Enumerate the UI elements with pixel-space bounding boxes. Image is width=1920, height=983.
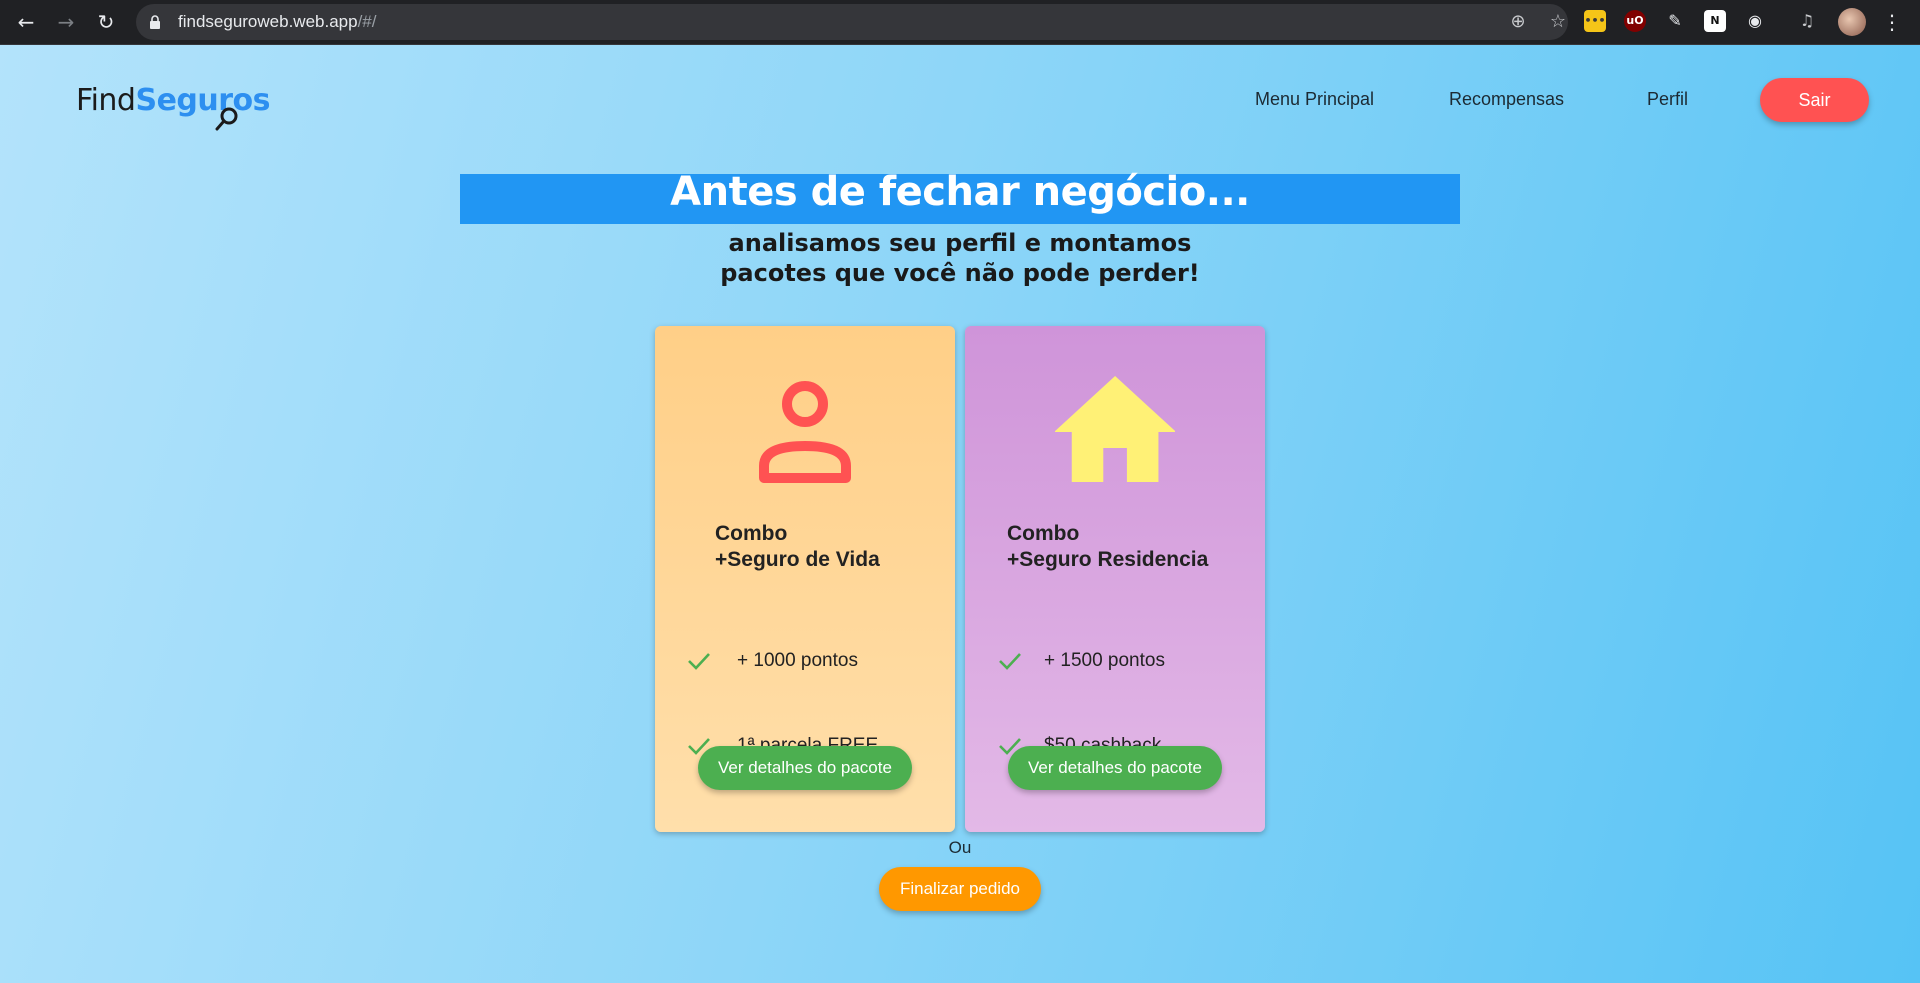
package-title: Combo +Seguro Residencia bbox=[1007, 521, 1208, 573]
lock-icon bbox=[150, 15, 160, 29]
logout-button[interactable]: Sair bbox=[1760, 78, 1869, 122]
pen-extension-icon[interactable]: ✎ bbox=[1664, 10, 1686, 32]
person-icon bbox=[759, 381, 851, 483]
package-title-line-1: Combo bbox=[1007, 522, 1080, 545]
package-title-line-2: +Seguro de Vida bbox=[715, 548, 880, 571]
notion-icon[interactable]: N bbox=[1704, 10, 1726, 32]
or-label: Ou bbox=[948, 838, 972, 857]
nav-perfil[interactable]: Perfil bbox=[1647, 89, 1688, 110]
bookmark-star-icon[interactable]: ☆ bbox=[1546, 10, 1570, 34]
feature-text: + 1000 pontos bbox=[737, 650, 858, 671]
package-title-line-2: +Seguro Residencia bbox=[1007, 548, 1209, 571]
logo[interactable]: FindSeguros bbox=[76, 83, 271, 131]
check-icon bbox=[688, 653, 710, 670]
profile-avatar[interactable] bbox=[1838, 8, 1866, 36]
subtitle-line-2: pacotes que você não pode perder! bbox=[720, 259, 1200, 287]
more-menu-icon[interactable]: ⋮ bbox=[1882, 8, 1902, 36]
house-icon bbox=[1055, 376, 1175, 482]
address-bar[interactable]: findseguroweb.web.app/#/ ⊕ ☆ bbox=[136, 4, 1568, 40]
package-card-vida: Combo +Seguro de Vida + 1000 pontos 1ª p… bbox=[655, 326, 955, 832]
logo-find: Find bbox=[76, 83, 136, 118]
package-details-button[interactable]: Ver detalhes do pacote bbox=[698, 746, 912, 790]
browser-toolbar: ← → ↻ findseguroweb.web.app/#/ ⊕ ☆ ••• u… bbox=[0, 0, 1920, 45]
nav-recompensas[interactable]: Recompensas bbox=[1449, 89, 1564, 110]
package-card-residencia: Combo +Seguro Residencia + 1500 pontos $… bbox=[965, 326, 1265, 832]
subtitle-line-1: analisamos seu perfil e montamos bbox=[728, 229, 1192, 257]
package-title: Combo +Seguro de Vida bbox=[715, 521, 880, 573]
media-icon[interactable]: ♫ bbox=[1796, 10, 1818, 32]
check-icon bbox=[999, 653, 1021, 670]
package-details-button[interactable]: Ver detalhes do pacote bbox=[1008, 746, 1222, 790]
passwords-extension-icon[interactable]: ••• bbox=[1584, 10, 1606, 32]
page-subtitle: analisamos seu perfil e montamos pacotes… bbox=[710, 228, 1210, 288]
url-path: /#/ bbox=[357, 12, 377, 31]
logo-seguros: Seguros bbox=[135, 83, 271, 118]
ublock-icon[interactable]: uO bbox=[1624, 10, 1646, 32]
zoom-icon[interactable]: ⊕ bbox=[1506, 10, 1530, 34]
feature-text: + 1500 pontos bbox=[1044, 650, 1165, 671]
back-icon[interactable]: ← bbox=[12, 8, 40, 36]
url-host: findseguroweb.web.app bbox=[178, 12, 358, 31]
reload-icon[interactable]: ↻ bbox=[92, 8, 120, 36]
page: FindSeguros Menu Principal Recompensas P… bbox=[0, 45, 1920, 983]
forward-icon[interactable]: → bbox=[52, 8, 80, 36]
page-title: Antes de fechar negócio... bbox=[670, 169, 1250, 215]
magnifier-icon bbox=[215, 107, 238, 131]
finalize-order-button[interactable]: Finalizar pedido bbox=[879, 867, 1041, 911]
package-title-line-1: Combo bbox=[715, 522, 788, 545]
extension-icon[interactable]: ◉ bbox=[1744, 10, 1766, 32]
nav-menu-principal[interactable]: Menu Principal bbox=[1255, 89, 1374, 110]
url-text: findseguroweb.web.app/#/ bbox=[178, 12, 376, 32]
